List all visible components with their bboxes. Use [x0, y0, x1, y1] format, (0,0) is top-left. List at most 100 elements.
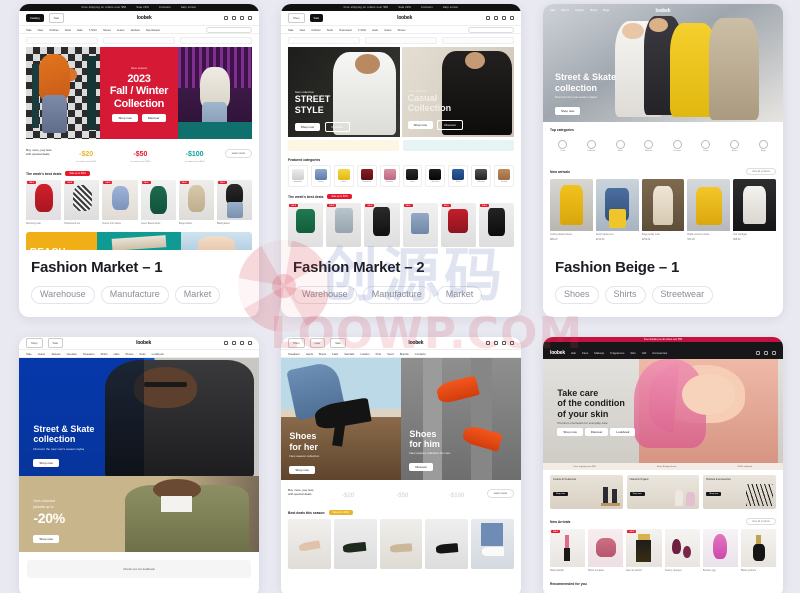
banner-tile: Natural & Organic Shop now [626, 475, 700, 509]
preview-topbar: Free shipping on orders over $50 Sale 20… [281, 4, 521, 11]
preview-search-input [468, 26, 514, 33]
product-tile: SALE [364, 203, 400, 247]
hero-kicker: New season [130, 66, 148, 71]
card-title: Fashion Market – 1 [31, 259, 163, 276]
card-tags: Warehouse Manufacture Market [31, 285, 247, 304]
card-thumbnail[interactable]: Shop New Sale loobek Sneakers Heels Boot… [281, 337, 521, 593]
product-tile: Knit cardigan $98.00 [733, 179, 776, 241]
card-thumbnail[interactable]: Free shipping on orders over $50 Sale 20… [19, 4, 259, 250]
hero-line2: collection [33, 434, 76, 445]
preview-section-title: Best deals this season Sale up to 40% [281, 506, 521, 515]
hero-secondary-button: Discover [141, 113, 166, 122]
product-tile: Yellow pleated dress $89.00 [550, 179, 593, 241]
preview-nav-sale-button: Sale [330, 338, 346, 348]
card-tag[interactable]: Market [436, 285, 483, 304]
preview-nav-new-button: New [309, 338, 326, 348]
product-tile: SALE [478, 203, 515, 247]
product-tile: SALE Black jacket [216, 180, 253, 225]
preview-nav-sale-button: Sale [47, 338, 64, 348]
hero-kicker: New collection [407, 88, 427, 93]
hero-line1: Street & Skate [33, 424, 95, 435]
banner-tile: Creams & Treatments Shop now [550, 475, 623, 509]
card-meta: Fashion Beige – 1 Shoes Shirts Streetwea… [543, 250, 783, 316]
preview-categories-title: Featured categories [288, 158, 321, 162]
product-tile: Ruffle summer dress $74.00 [687, 179, 731, 241]
banner-tile: Brushes & Accessories Shop now [703, 475, 777, 509]
preview-navbar: Shop Sale loobek [19, 337, 259, 349]
product-tile [425, 519, 469, 569]
preview-menu: Sneakers Heels Boots Flats Sandals Loafe… [281, 349, 521, 358]
view-all-link: View all products [745, 168, 776, 175]
preview-promo-row [19, 34, 259, 47]
card-tag[interactable]: Manufacture [362, 285, 431, 304]
card-tag[interactable]: Streetwear [651, 285, 714, 304]
card-tag[interactable]: Shirts [604, 285, 646, 304]
template-card-street-skate[interactable]: Shop Sale loobek Sale Jeans Jackets Hood… [19, 337, 259, 593]
card-thumbnail[interactable]: Free shipping on orders over $50 Sale 20… [281, 4, 521, 250]
hero-line1: Take care [557, 388, 599, 399]
preview-promo-banner: One-coloured jackets up to -20% Shop now [19, 476, 259, 552]
promo-line2: jackets up to [33, 505, 54, 510]
preview-hero: Shoes for her New season collection Shop… [281, 358, 521, 480]
preview-hero: Take care of the condition of your skin … [543, 359, 783, 463]
preview-bottom-banner: BEACH [26, 232, 252, 250]
card-meta: Fashion Market – 1 Warehouse Manufacture… [19, 250, 259, 316]
preview-navbar: Shop Sale loobek [281, 11, 521, 25]
card-thumbnail[interactable]: Shop Sale loobek Sale Jeans Jackets Hood… [19, 337, 259, 593]
card-tag[interactable]: Warehouse [293, 285, 357, 304]
preview-section-title: New arrivals View all products [543, 160, 783, 175]
hero-subtitle: New season collection [289, 453, 320, 458]
hero-line2: STYLE [294, 104, 324, 115]
hero-subtitle: Discover the new season styles [555, 95, 598, 100]
preview-logo: loobek [397, 15, 413, 21]
preview-nav-icons [486, 341, 514, 345]
template-card-shoes[interactable]: Shop New Sale loobek Sneakers Heels Boot… [281, 337, 521, 593]
hero-line1: Fall / Winter [109, 85, 169, 98]
preview-product-strip: Yellow pleated dress $89.00 Denim jacket … [543, 175, 783, 245]
hero-line2: for her [289, 441, 318, 452]
preview-nav-shop-button: Shop [288, 338, 305, 348]
hero-line2: of the condition [557, 398, 625, 409]
preview-promo-row [281, 34, 521, 47]
preview-value-props: Buy more, pay less with special deals -$… [281, 480, 521, 506]
preview-topbar: Free shipping on orders over $50 Sale 20… [19, 4, 259, 11]
card-tag[interactable]: Manufacture [100, 285, 169, 304]
preview-navbar: Catalog Sale loobek [19, 11, 259, 25]
hero-subtitle: Premium cosmetics for everyday care [557, 421, 608, 426]
promo-value: -20% [33, 510, 65, 527]
card-tag[interactable]: Warehouse [31, 285, 95, 304]
preview-nav-sale-button: Sale [309, 14, 324, 22]
hero-line1: Street & Skate [555, 72, 617, 83]
card-thumbnail[interactable]: Sale New in Clothes Shoes Bags loobek St… [543, 4, 783, 250]
product-tile [471, 519, 514, 569]
preview-lookbook-button: Check out our lookbook [27, 560, 251, 578]
hero-line2: for him [409, 439, 440, 450]
preview-menu: Sale New Clothes Suits Outerwear T-Shirt… [281, 25, 521, 34]
product-tile [288, 519, 331, 569]
card-tag[interactable]: Shoes [555, 285, 599, 304]
product-tile: Blush compact [588, 529, 624, 572]
preview-navbar: loobek Hair Face Makeup Fragrances Skin … [543, 347, 783, 359]
card-thumbnail[interactable]: Free shipping on all orders over $50 loo… [543, 337, 783, 593]
template-card-fashion-beige-1[interactable]: Sale New in Clothes Shoes Bags loobek St… [543, 4, 783, 317]
template-card-fashion-market-1[interactable]: Free shipping on orders over $50 Sale 20… [19, 4, 259, 317]
hero-line1: Shoes [289, 431, 317, 442]
preview-nav-shop-button: Shop [26, 338, 43, 348]
product-tile: Black perfume [740, 529, 777, 572]
hero-subtitle: New season collection for men [409, 451, 451, 456]
template-card-fashion-market-2[interactable]: Free shipping on orders over $50 Sale 20… [281, 4, 521, 317]
preview-section2-title: Recommended for you [550, 582, 587, 587]
template-card-cosmetics[interactable]: Free shipping on all orders over $50 loo… [543, 337, 783, 593]
preview-categories-row: Sneakers Jeans Hats Sweaters Hoodies Sui… [281, 162, 521, 190]
preview-logo: loobek [655, 7, 671, 14]
card-tag[interactable]: Market [174, 285, 221, 304]
product-tile: SALE Green flared pants [140, 180, 176, 225]
hero-secondary-button: Discover [437, 120, 464, 131]
card-title: Fashion Market – 2 [293, 259, 425, 276]
card-tags: Warehouse Manufacture Market [293, 285, 509, 304]
value-props-cta: Learn more [486, 488, 515, 498]
preview-section-title: The week's best deals Sale up to 50% [19, 167, 259, 176]
product-tile: Denim jacket set $124.00 [595, 179, 639, 241]
preview-banner-row: Creams & Treatments Shop now Natural & O… [543, 470, 783, 514]
preview-value-props: Buy more, pay less with special deals -$… [19, 139, 259, 167]
